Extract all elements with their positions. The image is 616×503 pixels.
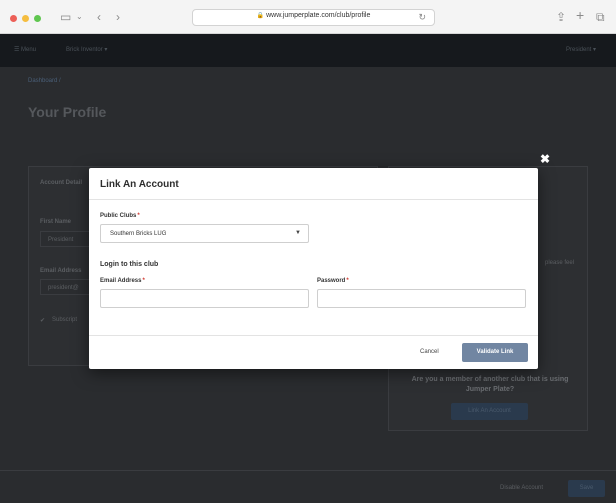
side-note: please feel <box>545 260 575 266</box>
email-address-input[interactable] <box>100 289 309 308</box>
link-account-question: Are you a member of another club that is… <box>411 376 569 393</box>
first-name-label: First Name <box>40 219 72 225</box>
forward-icon[interactable]: › <box>116 10 120 24</box>
public-clubs-select[interactable]: Southern Bricks LUG ▼ <box>100 224 309 243</box>
password-label: Password* <box>317 278 349 284</box>
user-menu[interactable]: President ▾ <box>566 46 596 53</box>
email-label: Email Address <box>40 268 82 274</box>
browser-toolbar: ▭ ⌄ ‹ › 🔒 www.jumperplate.com/club/profil… <box>0 0 616 34</box>
save-button[interactable]: Save <box>568 480 605 497</box>
menu-button[interactable]: ☰ Menu <box>14 46 36 53</box>
close-icon[interactable]: ✖ <box>540 153 550 165</box>
validate-link-button[interactable]: Validate Link <box>462 343 528 362</box>
minimize-window-button[interactable] <box>22 15 29 22</box>
password-input[interactable] <box>317 289 526 308</box>
modal-header: Link An Account <box>89 168 538 200</box>
sidebar-icon[interactable]: ▭ <box>60 10 71 24</box>
breadcrumb[interactable]: Dashboard / <box>28 78 61 84</box>
brick-inventor-dropdown[interactable]: Brick Inventor ▾ <box>66 46 107 53</box>
required-mark: * <box>137 213 140 219</box>
tabs-overview-icon[interactable]: ⧉ <box>596 10 605 24</box>
login-heading: Login to this club <box>100 261 159 268</box>
public-clubs-label-text: Public Clubs <box>100 213 137 219</box>
required-mark: * <box>346 278 349 284</box>
reload-icon[interactable]: ↻ <box>418 12 426 23</box>
url-text: www.jumperplate.com/club/profile <box>266 12 371 19</box>
subscribe-checkbox-label: Subscript <box>52 317 78 323</box>
link-account-button[interactable]: Link An Account <box>451 403 528 420</box>
app-navbar: ☰ Menu Brick Inventor ▾ President ▾ <box>0 34 616 67</box>
share-icon[interactable]: ⇪ <box>556 10 566 24</box>
new-tab-icon[interactable]: + <box>576 8 584 22</box>
check-icon[interactable]: ✔ <box>40 317 45 324</box>
maximize-window-button[interactable] <box>34 15 41 22</box>
tab-account-details[interactable]: Account Detail <box>40 180 82 186</box>
page-title: Your Profile <box>28 104 107 120</box>
email-address-label-text: Email Address <box>100 278 142 284</box>
email-address-label: Email Address* <box>100 278 145 284</box>
caret-down-icon: ▼ <box>295 230 301 236</box>
public-clubs-label: Public Clubs* <box>100 213 140 219</box>
modal-title: Link An Account <box>100 179 179 190</box>
chevron-down-icon[interactable]: ⌄ <box>76 10 83 24</box>
password-label-text: Password <box>317 278 346 284</box>
close-window-button[interactable] <box>10 15 17 22</box>
link-account-modal: Link An Account Public Clubs* Southern B… <box>89 168 538 369</box>
selected-club: Southern Bricks LUG <box>110 231 167 237</box>
address-bar[interactable]: 🔒 www.jumperplate.com/club/profile ↻ <box>192 9 435 26</box>
first-name-value: President <box>48 237 74 243</box>
cancel-button[interactable]: Cancel <box>420 349 439 355</box>
lock-icon: 🔒 <box>256 13 265 19</box>
required-mark: * <box>142 278 145 284</box>
back-icon[interactable]: ‹ <box>97 10 101 24</box>
disable-account-button[interactable]: Disable Account <box>500 485 543 491</box>
email-value: president@ <box>48 285 79 291</box>
